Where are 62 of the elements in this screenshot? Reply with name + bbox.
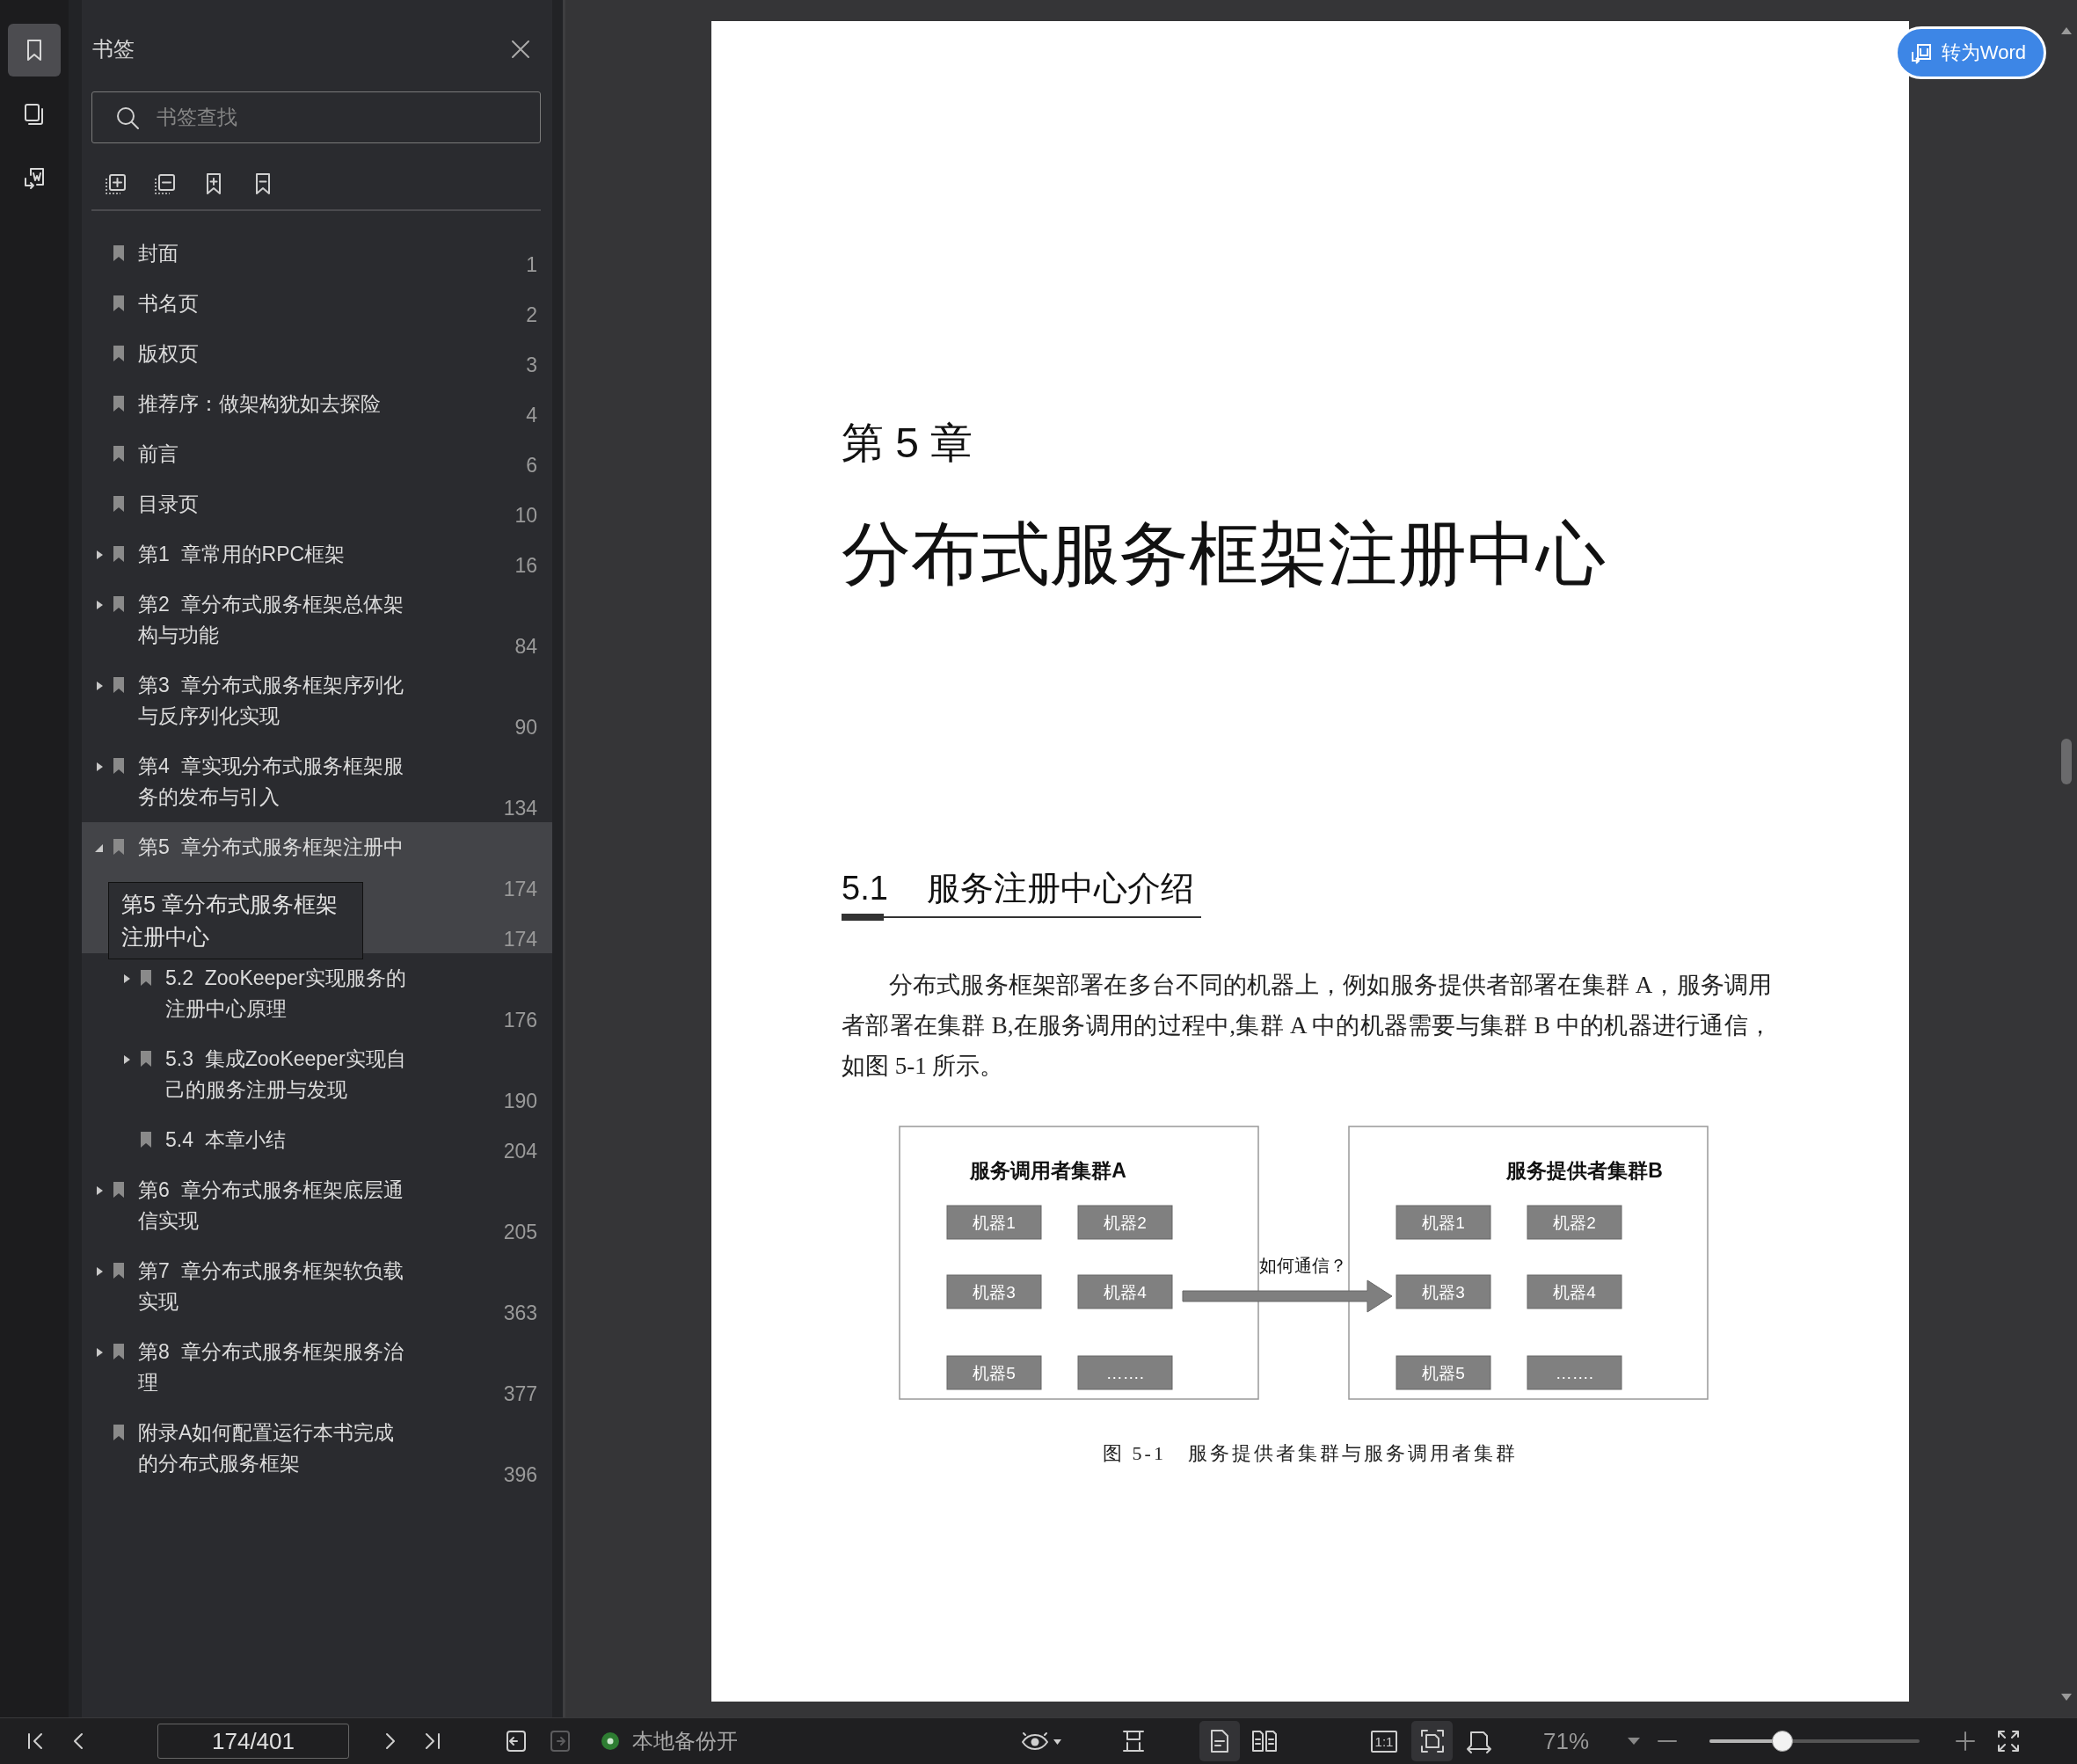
bookmark-title: 第2 章分布式服务框架总体架构与功能 (138, 592, 404, 648)
machine-label: 机器4 (1104, 1283, 1147, 1301)
bookmark-title: 第1 章常用的RPC框架 (138, 542, 346, 567)
bookmark-title: 附录A如何配置运行本书完成的分布式服务框架 (138, 1420, 396, 1476)
page-number: 190 (503, 1089, 537, 1114)
page-number: 204 (503, 1139, 537, 1164)
machine-label: 机器3 (973, 1283, 1016, 1301)
bookmark-title: 5.2 ZooKeeper实现服务的注册中心原理 (165, 966, 407, 1022)
page-number: 3 (526, 353, 537, 378)
page-number: 4 (526, 403, 537, 428)
panel-title: 书签 (92, 36, 135, 62)
bookmark-title: 5.3 集成ZooKeeper实现自己的服务注册与发现 (165, 1046, 407, 1103)
machine-label: 机器4 (1553, 1283, 1596, 1301)
page-number: 176 (503, 1008, 537, 1033)
bookmark-title: 第4 章实现分布式服务框架服务的发布与引入 (138, 754, 404, 810)
backup-status: 本地备份开 (632, 1728, 738, 1754)
bookmark-title: 封面 (138, 241, 179, 266)
cluster-title: 服务调用者集群A (970, 1159, 1126, 1182)
bookmark-title: 推荐序：做架构犹如去探险 (138, 391, 382, 417)
bookmark-title: 第6 章分布式服务框架底层通信实现 (138, 1177, 404, 1234)
machine-label: 机器1 (973, 1214, 1016, 1232)
page-number: 2 (526, 303, 537, 328)
bookmark-title: 第8 章分布式服务框架服务治理 (138, 1339, 404, 1396)
bookmark-title: 第7 章分布式服务框架软负载实现 (138, 1258, 404, 1315)
bookmark-title: 第5 章分布式服务框架注册中 (138, 835, 404, 860)
page-number: 205 (503, 1220, 537, 1245)
chapter-label: 第 5 章 (842, 419, 974, 468)
machine-label: 机器2 (1104, 1214, 1147, 1232)
paragraph: 分布式服务框架部署在多台不同的机器上，例如服务提供者部署在集群 A，服务调用者部署在集群 B,在服务调用的过程中,集群 A 中的机器需要与集群 B 中的机器进行通信，如图 5-1 所示。 (842, 971, 1772, 1081)
page-number: 174 (503, 927, 537, 952)
page-number: 363 (503, 1301, 537, 1326)
bookmark-title: 目录页 (138, 492, 200, 517)
page-number: 6 (526, 453, 537, 478)
bookmark-title: 版权页 (138, 341, 200, 367)
chapter-title: 分布式服务框架注册中心 (842, 514, 1607, 594)
page-number: 396 (503, 1462, 537, 1488)
bookmark-title: 前言 (138, 441, 179, 467)
section-number: 5.1 (842, 869, 888, 908)
machine-label: 机器5 (973, 1364, 1016, 1382)
page-number: 134 (503, 796, 537, 821)
page-number: 1 (526, 252, 537, 278)
machine-label: ……. (1105, 1364, 1145, 1382)
page-number: 84 (514, 634, 537, 660)
cluster-title: 服务提供者集群B (1506, 1159, 1663, 1182)
page-number: 16 (514, 553, 537, 579)
machine-label: 机器1 (1422, 1214, 1465, 1232)
page-number: 377 (503, 1381, 537, 1407)
zoom-level: 71% (1543, 1727, 1590, 1755)
machine-label: ……. (1555, 1364, 1594, 1382)
page-number: 90 (514, 715, 537, 740)
machine-label: 机器2 (1553, 1214, 1596, 1232)
section-title: 服务注册中心介绍 (926, 869, 1194, 908)
page-number: 174 (503, 877, 537, 902)
machine-label: 机器3 (1422, 1283, 1465, 1301)
figure-caption: 图 5-1 服务提供者集群与服务调用者集群 (1102, 1441, 1519, 1466)
bookmark-title: 书名页 (138, 291, 200, 317)
tooltip: 第5 章分布式服务框架注册中心 (108, 882, 363, 959)
bookmark-title: 5.4 本章小结 (165, 1127, 287, 1153)
machine-label: 机器5 (1422, 1364, 1465, 1382)
bookmark-title: 第3 章分布式服务框架序列化与反序列化实现 (138, 673, 404, 729)
arrow-label: 如何通信？ (1259, 1256, 1347, 1275)
page-number: 10 (514, 503, 537, 528)
